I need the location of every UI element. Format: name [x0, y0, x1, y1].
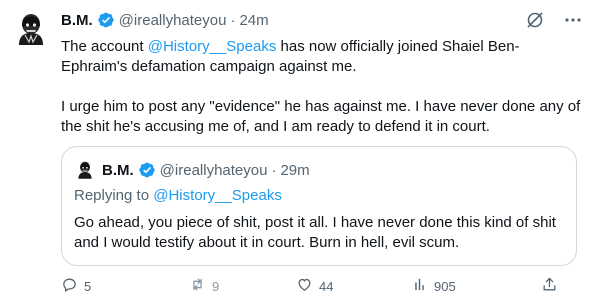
reply-button[interactable]: 5	[61, 276, 91, 296]
retweet-count: 9	[212, 278, 220, 294]
share-button[interactable]	[541, 276, 558, 296]
retweet-icon	[189, 276, 206, 296]
quote-display-name[interactable]: B.M.	[102, 162, 134, 179]
author-handle[interactable]: @ireallyhateyou	[119, 12, 227, 29]
tweet-header: B.M. @ireallyhateyou · 24m	[61, 9, 269, 31]
heart-icon	[296, 276, 313, 296]
quote-avatar[interactable]	[74, 159, 96, 181]
grok-icon[interactable]	[525, 10, 545, 30]
views-button[interactable]: 905	[411, 276, 456, 296]
reply-icon	[61, 276, 78, 296]
separator-dot: ·	[230, 11, 236, 29]
quote-handle[interactable]: @ireallyhateyou	[160, 162, 268, 179]
replying-prefix: Replying to	[74, 187, 154, 204]
replying-to: Replying to @History__Speaks	[74, 187, 282, 204]
avatar[interactable]	[11, 9, 51, 49]
quote-header: B.M. @ireallyhateyou · 29m	[74, 159, 310, 181]
tweet-text-segment: The account	[61, 38, 148, 55]
quote-text: Go ahead, you piece of shit, post it all…	[74, 214, 556, 251]
author-display-name[interactable]: B.M.	[61, 12, 93, 29]
view-count: 905	[434, 278, 456, 294]
reply-count: 5	[84, 278, 92, 294]
quote-timestamp[interactable]: 29m	[280, 162, 309, 179]
separator-dot: ·	[271, 161, 277, 179]
tweet-paragraph-1: The account @History__Speaks has now off…	[61, 37, 581, 77]
tweet[interactable]: B.M. @ireallyhateyou · 24m The account @…	[0, 0, 597, 307]
tweet-text: The account @History__Speaks has now off…	[61, 37, 581, 137]
verified-badge-icon[interactable]	[138, 161, 156, 179]
mention-link[interactable]: @History__Speaks	[148, 38, 277, 55]
views-icon	[411, 276, 428, 296]
like-count: 44	[319, 278, 334, 294]
quoted-tweet[interactable]: B.M. @ireallyhateyou · 29m Replying to @…	[61, 146, 577, 266]
replying-to-mention[interactable]: @History__Speaks	[153, 187, 282, 204]
action-bar: 5 9 44 905	[61, 276, 581, 296]
header-actions	[525, 10, 583, 30]
share-icon	[541, 276, 558, 296]
verified-badge-icon[interactable]	[97, 11, 115, 29]
retweet-button[interactable]: 9	[189, 276, 219, 296]
tweet-timestamp[interactable]: 24m	[239, 12, 268, 29]
like-button[interactable]: 44	[296, 276, 333, 296]
tweet-paragraph-2: I urge him to post any "evidence" he has…	[61, 98, 581, 135]
more-icon[interactable]	[563, 10, 583, 30]
